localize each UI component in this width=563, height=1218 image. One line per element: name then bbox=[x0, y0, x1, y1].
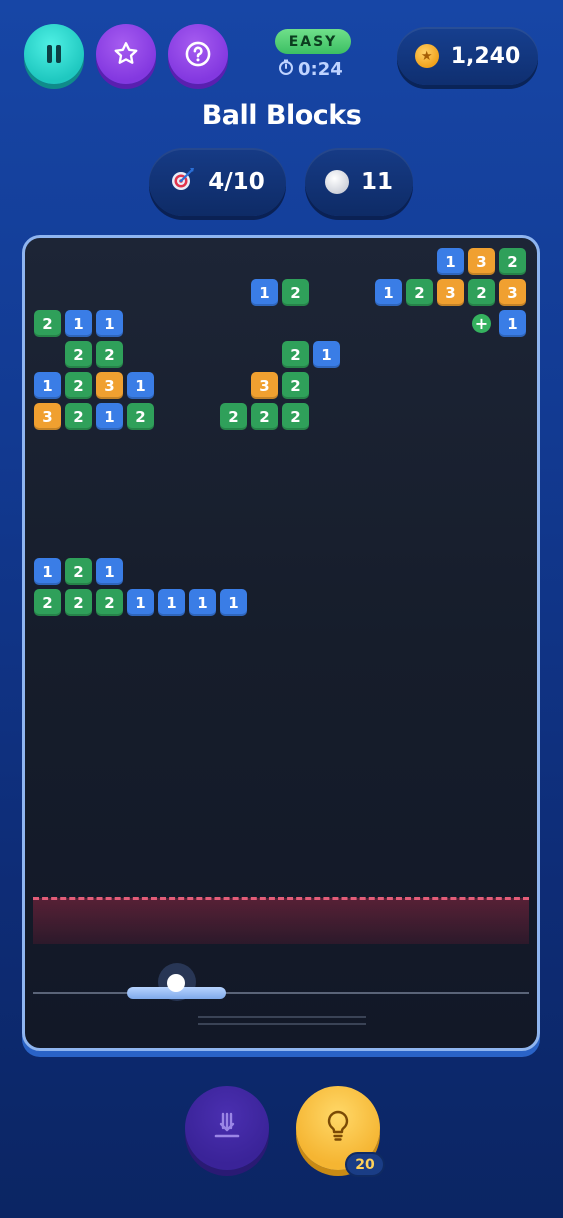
block-2: 2 bbox=[282, 403, 309, 430]
coin-icon: ★ bbox=[414, 44, 439, 68]
pause-icon bbox=[44, 43, 64, 65]
timer-value: 0:24 bbox=[298, 58, 343, 80]
balls-stat: 11 bbox=[305, 148, 413, 216]
block-1: 1 bbox=[127, 372, 154, 399]
block-2: 2 bbox=[65, 372, 92, 399]
danger-line bbox=[33, 897, 529, 900]
block-2: 2 bbox=[65, 341, 92, 368]
block-3: 3 bbox=[499, 279, 526, 306]
block-1: 1 bbox=[375, 279, 402, 306]
dart-target-icon bbox=[170, 166, 196, 198]
block-2: 2 bbox=[220, 403, 247, 430]
block-2: 2 bbox=[127, 403, 154, 430]
question-icon bbox=[184, 40, 212, 68]
block-2: 2 bbox=[34, 310, 61, 337]
balls-value: 11 bbox=[360, 169, 393, 195]
block-1: 1 bbox=[220, 589, 247, 616]
block-2: 2 bbox=[468, 279, 495, 306]
targets-value: 4/10 bbox=[208, 169, 265, 195]
ball-icon bbox=[324, 170, 349, 194]
block-3: 3 bbox=[96, 372, 123, 399]
block-2: 2 bbox=[96, 341, 123, 368]
block-2: 2 bbox=[282, 372, 309, 399]
coin-counter: ★ 1,240 bbox=[397, 27, 538, 85]
block-3: 3 bbox=[251, 372, 278, 399]
star-icon bbox=[112, 40, 140, 68]
block-2: 2 bbox=[34, 589, 61, 616]
block-1: 1 bbox=[158, 589, 185, 616]
launch-floor bbox=[33, 992, 529, 994]
block-1: 1 bbox=[251, 279, 278, 306]
hint-count-badge: 20 bbox=[345, 1152, 385, 1177]
block-2: 2 bbox=[499, 248, 526, 275]
block-1: 1 bbox=[96, 310, 123, 337]
block-2: 2 bbox=[251, 403, 278, 430]
block-2: 2 bbox=[282, 279, 309, 306]
pause-button[interactable] bbox=[24, 24, 84, 84]
track-line bbox=[198, 1023, 366, 1025]
timer: 0:24 bbox=[278, 58, 343, 80]
block-3: 3 bbox=[437, 279, 464, 306]
block-1: 1 bbox=[65, 310, 92, 337]
block-2: 2 bbox=[65, 589, 92, 616]
block-2: 2 bbox=[65, 558, 92, 585]
block-3: 3 bbox=[468, 248, 495, 275]
help-button[interactable] bbox=[168, 24, 228, 84]
block-1: 1 bbox=[34, 558, 61, 585]
block-3: 3 bbox=[34, 403, 61, 430]
coin-amount: 1,240 bbox=[450, 43, 521, 69]
block-1: 1 bbox=[96, 403, 123, 430]
difficulty-badge: EASY bbox=[275, 29, 351, 54]
stopwatch-icon bbox=[278, 59, 294, 80]
block-1: 1 bbox=[437, 248, 464, 275]
block-1: 1 bbox=[189, 589, 216, 616]
block-2: 2 bbox=[406, 279, 433, 306]
block-2: 2 bbox=[282, 341, 309, 368]
ball bbox=[167, 974, 185, 992]
block-1: 1 bbox=[313, 341, 340, 368]
drop-button[interactable] bbox=[185, 1086, 269, 1170]
block-1: 1 bbox=[34, 372, 61, 399]
favorite-button[interactable] bbox=[96, 24, 156, 84]
drop-down-icon bbox=[212, 1111, 242, 1145]
danger-zone bbox=[33, 898, 529, 944]
block-1: 1 bbox=[127, 589, 154, 616]
targets-stat: 4/10 bbox=[149, 148, 286, 216]
game-board[interactable]: 1321212323211122211231323212222121222111… bbox=[22, 235, 540, 1051]
block-1: 1 bbox=[499, 310, 526, 337]
block-2: 2 bbox=[65, 403, 92, 430]
block-1: 1 bbox=[96, 558, 123, 585]
block-2: 2 bbox=[96, 589, 123, 616]
extra-ball-powerup: + bbox=[472, 314, 491, 333]
track-line bbox=[198, 1016, 366, 1018]
lightbulb-icon bbox=[323, 1109, 353, 1147]
page-title: Ball Blocks bbox=[201, 100, 362, 131]
